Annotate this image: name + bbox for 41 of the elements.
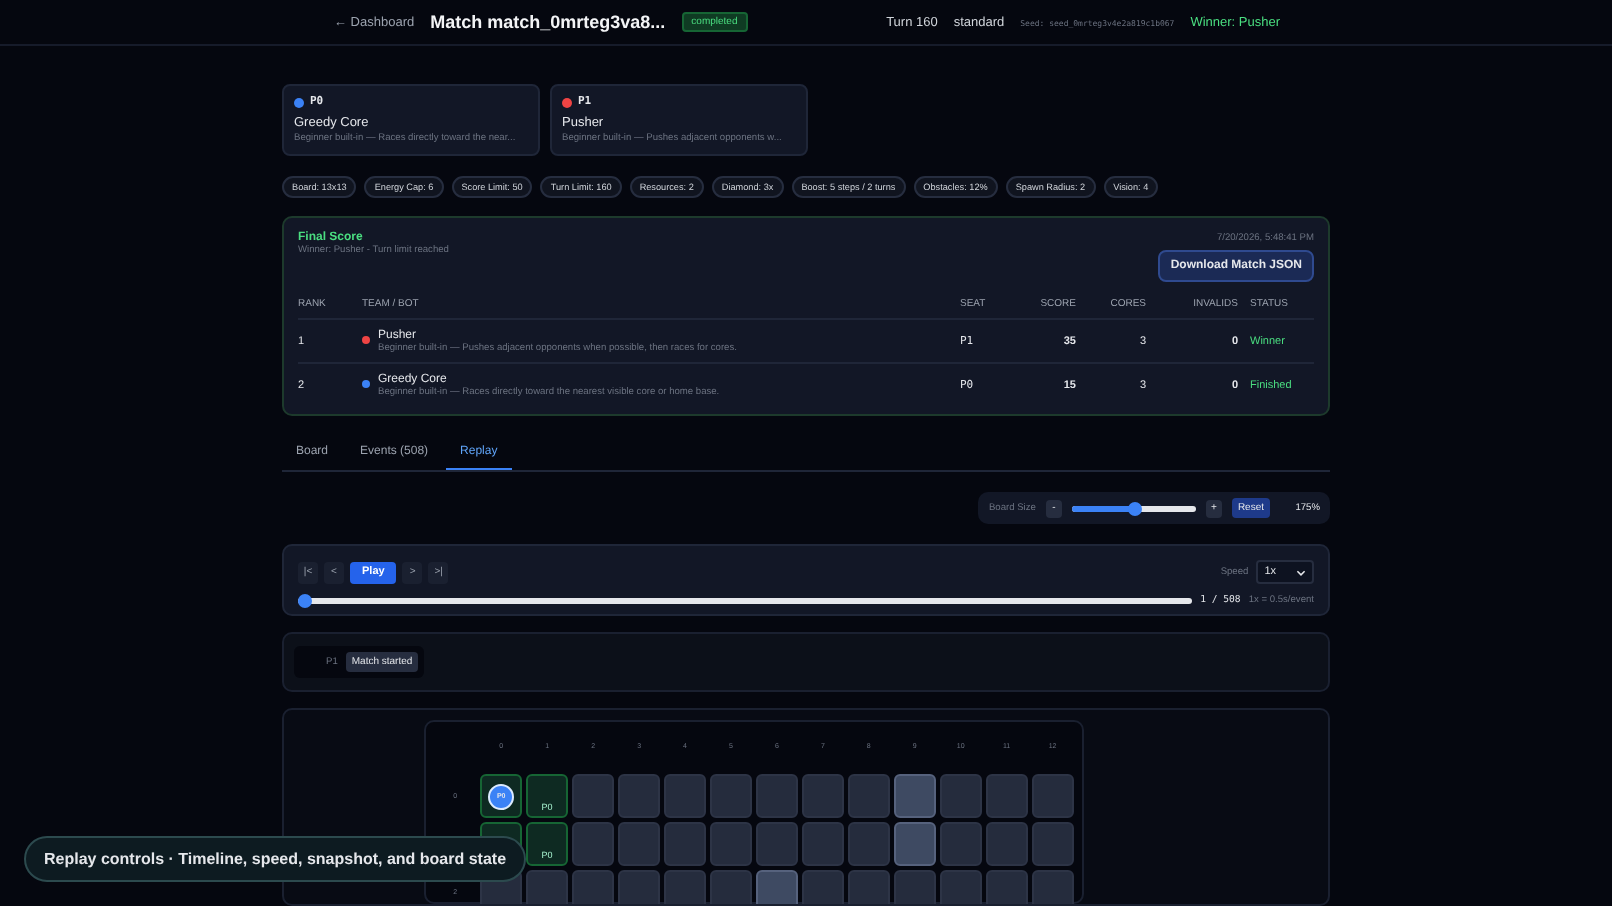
board-cell xyxy=(663,822,707,866)
board-cell xyxy=(755,822,799,866)
obstacle-cell xyxy=(893,822,936,866)
size-slider[interactable] xyxy=(1071,505,1196,511)
board-cell xyxy=(939,822,982,866)
board-cell xyxy=(617,822,661,866)
board-cell xyxy=(893,870,936,904)
board-cell xyxy=(663,870,707,904)
slider-thumb[interactable] xyxy=(1127,501,1142,515)
board-cell xyxy=(571,774,615,818)
board-cell xyxy=(1031,774,1074,818)
board-cell xyxy=(525,870,569,904)
board-cell xyxy=(617,870,661,904)
obstacle-cell xyxy=(893,774,936,818)
board-cell xyxy=(755,774,799,818)
board-cell xyxy=(709,870,753,904)
slider-thumb[interactable] xyxy=(298,594,312,608)
board-cell xyxy=(801,822,845,866)
timeline-slider[interactable] xyxy=(298,598,1193,604)
caret-icon xyxy=(1296,569,1306,575)
obstacle-cell xyxy=(755,870,799,904)
board-cell xyxy=(1031,822,1074,866)
tooltip: Replay controls · Timeline, speed, snapshot, and board state xyxy=(24,836,527,882)
board-cell xyxy=(985,870,1028,904)
board-cell xyxy=(847,822,891,866)
board-cell xyxy=(709,774,753,818)
board-cell xyxy=(617,774,661,818)
board-cell xyxy=(985,774,1028,818)
board-cell xyxy=(571,870,615,904)
board-cell xyxy=(1031,870,1074,904)
board-cell xyxy=(571,822,615,866)
board-cell xyxy=(939,774,982,818)
board-cell xyxy=(709,822,753,866)
match-title: Match match_0mrteg3va8... xyxy=(430,12,666,32)
board-cell xyxy=(847,774,891,818)
board-cell xyxy=(847,870,891,904)
board-cell xyxy=(663,774,707,818)
board-cell xyxy=(939,870,982,904)
board-cell xyxy=(985,822,1028,866)
board-cell xyxy=(801,870,845,904)
board-cell xyxy=(801,774,845,818)
